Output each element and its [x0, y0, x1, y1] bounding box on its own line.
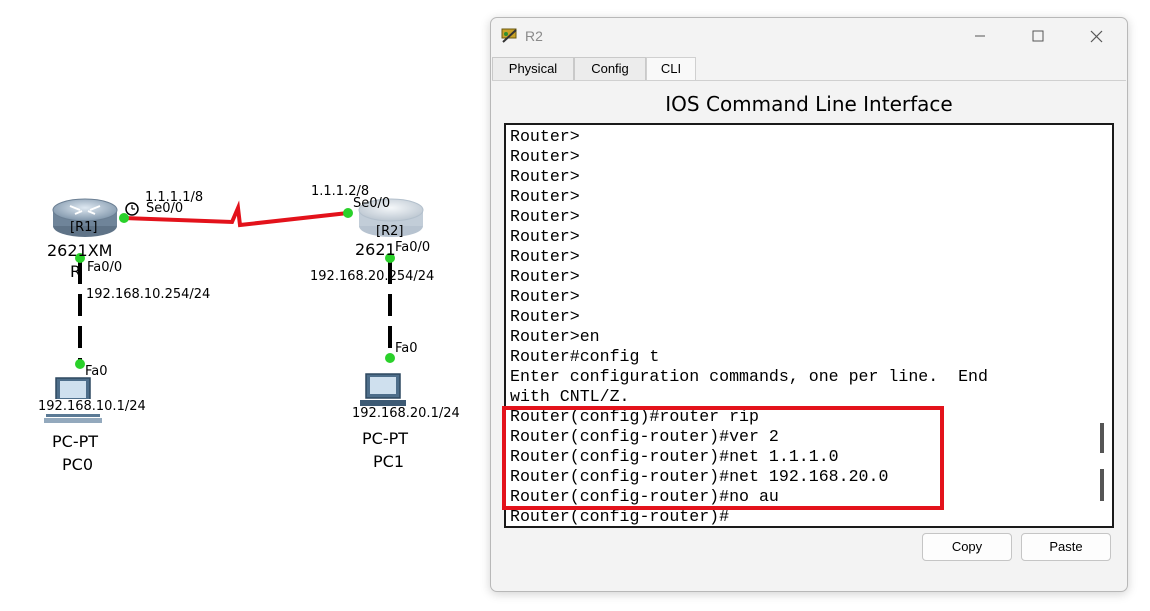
- terminal-line: Router>: [510, 247, 580, 266]
- r1-fa-port-label: Fa0/0: [87, 260, 123, 275]
- r1-device-tag: [R1]: [70, 220, 98, 235]
- pc0-port-label: Fa0: [85, 364, 108, 379]
- tab-physical[interactable]: Physical: [492, 57, 574, 80]
- tab-cli[interactable]: CLI: [646, 57, 696, 80]
- terminal-line: Router>: [510, 167, 580, 186]
- link-status-dot: [343, 208, 353, 218]
- clock-icon: [125, 202, 139, 216]
- terminal-line: Router>: [510, 147, 580, 166]
- maximize-icon: [1032, 30, 1044, 42]
- terminal-line: Router>: [510, 227, 580, 246]
- r2-model-label: 2621: [355, 240, 396, 259]
- r1-model-label: 2621XM: [47, 241, 113, 260]
- copy-button[interactable]: Copy: [922, 533, 1012, 561]
- tab-config[interactable]: Config: [574, 57, 646, 80]
- cli-heading: IOS Command Line Interface: [665, 92, 953, 116]
- r1-fa-ip-label: 192.168.10.254/24: [86, 287, 211, 302]
- terminal-line: Router>: [510, 207, 580, 226]
- terminal-line: Enter configuration commands, one per li…: [510, 367, 988, 386]
- close-button[interactable]: [1067, 18, 1125, 54]
- terminal-line: Router(config-router)#: [510, 507, 730, 526]
- link-status-dot: [385, 353, 395, 363]
- terminal-line: Router>: [510, 127, 580, 146]
- minimize-button[interactable]: [951, 18, 1009, 54]
- r1-model-overlap-label: R: [70, 262, 82, 281]
- window-titlebar[interactable]: R2: [491, 18, 1127, 54]
- terminal-scrollbar-thumb[interactable]: [1100, 423, 1104, 453]
- pc0-type-label: PC-PT: [52, 432, 99, 451]
- paste-button[interactable]: Paste: [1021, 533, 1111, 561]
- terminal-line: Router>: [510, 287, 580, 306]
- r2-fa-port-label: Fa0/0: [395, 240, 431, 255]
- highlight-annotation-box: [502, 406, 944, 510]
- r2-device-tag: [R2]: [376, 224, 404, 239]
- terminal-line: with CNTL/Z.: [510, 387, 630, 406]
- terminal-scrollbar-thumb[interactable]: [1100, 469, 1104, 501]
- r1-serial-port-label: Se0/0: [146, 201, 184, 216]
- link-status-dot: [119, 213, 129, 223]
- network-topology-canvas[interactable]: 1.1.1.1/8 Se0/0 [R1] 2621XM R Fa0/0 192.…: [0, 0, 490, 611]
- window-title: R2: [525, 28, 543, 44]
- terminal-line: Router#config t: [510, 347, 660, 366]
- router-app-icon: [501, 28, 517, 43]
- pc1-port-label: Fa0: [395, 341, 418, 356]
- pc1-type-label: PC-PT: [362, 429, 409, 448]
- maximize-button[interactable]: [1009, 18, 1067, 54]
- r2-serial-port-label: Se0/0: [353, 196, 391, 211]
- r2-fa-ip-label: 192.168.20.254/24: [310, 269, 435, 284]
- terminal-line: Router>: [510, 267, 580, 286]
- tab-divider: [492, 80, 1126, 81]
- pc1-ip-label: 192.168.20.1/24: [352, 406, 460, 421]
- terminal-line: Router>: [510, 187, 580, 206]
- pc0-ip-label: 192.168.10.1/24: [38, 399, 146, 414]
- topology-drawing: [44, 198, 424, 423]
- pc0-name-label: PC0: [62, 455, 93, 474]
- link-status-dot: [75, 359, 85, 369]
- terminal-line: Router>en: [510, 327, 600, 346]
- minimize-icon: [975, 35, 985, 37]
- pc1-name-label: PC1: [373, 452, 404, 471]
- close-icon: [1090, 30, 1102, 42]
- terminal-line: Router>: [510, 307, 580, 326]
